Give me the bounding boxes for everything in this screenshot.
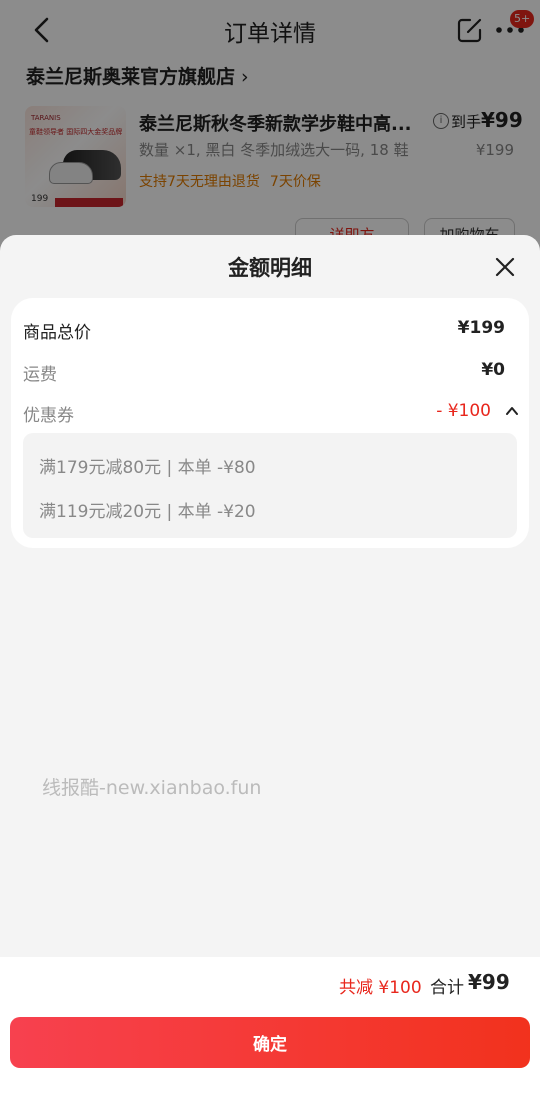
- coupon-item: 满119元减20元 | 本单 -¥20: [39, 502, 256, 522]
- chevron-up-icon[interactable]: [505, 405, 519, 417]
- goods-total-value: ¥199: [457, 318, 505, 338]
- amount-detail-sheet: 金额明细 商品总价 ¥199 运费 ¥0 优惠券 - ¥100 满179元减80…: [0, 235, 540, 1093]
- coupon-label: 优惠券: [23, 406, 74, 426]
- coupon-detail-list: 满179元减80元 | 本单 -¥80 满119元减20元 | 本单 -¥20: [23, 433, 517, 538]
- total-reduction: 共减 ¥100: [339, 978, 422, 998]
- close-icon[interactable]: [493, 255, 517, 279]
- goods-total-label: 商品总价: [23, 323, 91, 343]
- confirm-button[interactable]: 确定: [10, 1017, 530, 1068]
- shipping-value: ¥0: [481, 360, 505, 380]
- price-breakdown-card: 商品总价 ¥199 运费 ¥0 优惠券 - ¥100 满179元减80元 | 本…: [11, 298, 529, 548]
- sheet-title: 金额明细: [228, 256, 312, 280]
- total-label: 合计: [430, 978, 464, 998]
- coupon-item: 满179元减80元 | 本单 -¥80: [39, 458, 256, 478]
- watermark: 线报酷-new.xianbao.fun: [42, 777, 262, 799]
- coupon-value: - ¥100: [436, 401, 491, 421]
- shipping-label: 运费: [23, 365, 57, 385]
- sheet-footer: 共减 ¥100 合计 ¥99 确定: [0, 957, 540, 1093]
- total-value: ¥99: [468, 970, 510, 994]
